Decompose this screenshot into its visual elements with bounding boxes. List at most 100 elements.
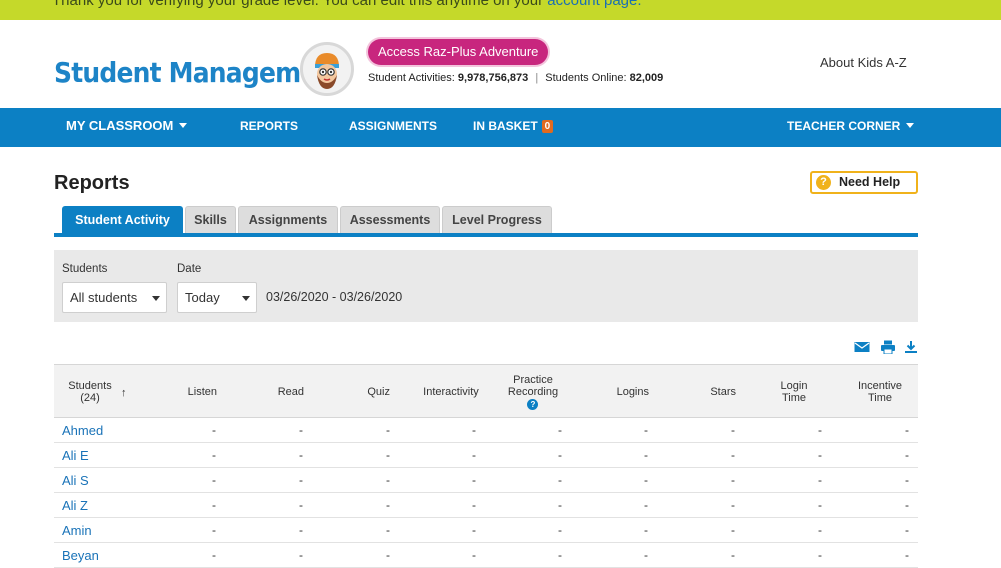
nav-reports[interactable]: REPORTS [240,108,298,147]
cell-read: - [299,423,303,437]
date-filter-label: Date [177,263,202,275]
need-help-button[interactable]: ? Need Help [810,171,918,194]
table-body: Ahmed - - - - - - - - - Ali E - - - - - - - - - Ali S - - - - - - -… [54,418,918,568]
cell-stars: - [731,498,735,512]
header-login-time[interactable]: Login Time [764,365,824,419]
cell-read: - [299,473,303,487]
cell-interactivity: - [472,473,476,487]
download-icon[interactable] [904,340,920,354]
chevron-down-icon [906,123,915,128]
cell-logins: - [644,498,648,512]
notice-text: Thank you for verifying your grade level… [52,0,642,9]
cell-logins: - [644,548,648,562]
stats-separator: | [535,72,539,84]
cell-practice-recording: - [558,548,562,562]
cell-read: - [299,548,303,562]
cell-login-time: - [818,473,822,487]
cell-quiz: - [386,473,390,487]
cell-incentive-time: - [905,523,909,537]
student-activity-table: Students (24) ↑ Listen Read Quiz Interact… [54,364,918,568]
nav-in-basket[interactable]: IN BASKET 0 [473,108,554,147]
cell-logins: - [644,448,648,462]
tab-skills[interactable]: Skills [185,206,236,234]
question-icon[interactable]: ? [527,399,539,410]
header-logins[interactable]: Logins [574,365,649,419]
cell-practice-recording: - [558,523,562,537]
header-read[interactable]: Read [224,365,304,419]
tab-level-progress[interactable]: Level Progress [442,206,552,234]
header-quiz[interactable]: Quiz [314,365,390,419]
avatar-icon[interactable] [300,42,354,96]
student-name-link[interactable]: Ali Z [62,498,88,513]
cell-stars: - [731,423,735,437]
cell-stars: - [731,523,735,537]
cell-login-time: - [818,498,822,512]
student-name-link[interactable]: Ali S [62,473,89,488]
header-listen[interactable]: Listen [144,365,217,419]
cell-stars: - [731,448,735,462]
table-row: Amin - - - - - - - - - [54,518,918,543]
cell-login-time: - [818,523,822,537]
main-nav: MY CLASSROOM REPORTS ASSIGNMENTS IN BASK… [0,108,1001,147]
cell-incentive-time: - [905,498,909,512]
students-select[interactable]: All students [62,282,167,313]
tab-student-activity[interactable]: Student Activity [62,206,183,234]
chevron-down-icon [242,296,250,301]
date-range: 03/26/2020 - 03/26/2020 [266,290,403,304]
tab-assessments[interactable]: Assessments [340,206,440,234]
header-interactivity[interactable]: Interactivity [414,365,488,419]
cell-quiz: - [386,548,390,562]
header-stars[interactable]: Stars [664,365,736,419]
cell-practice-recording: - [558,473,562,487]
activity-stats: Student Activities: 9,978,756,873 | Stud… [368,72,663,84]
cell-listen: - [212,523,216,537]
email-icon[interactable] [854,340,870,354]
online-label: Students Online: [545,72,627,84]
activities-value: 9,978,756,873 [457,72,529,84]
student-name-link[interactable]: Amin [62,523,92,538]
tabs-underline [54,233,918,237]
cell-quiz: - [386,423,390,437]
chevron-down-icon [152,296,160,301]
cell-stars: - [731,473,735,487]
cell-listen: - [212,473,216,487]
cell-login-time: - [818,448,822,462]
filter-bar: Students All students Date Today 03/26/2… [54,250,918,322]
student-name-link[interactable]: Ali E [62,448,89,463]
about-kids-az-link[interactable]: About Kids A-Z [820,55,907,70]
print-icon[interactable] [880,340,896,355]
cell-incentive-time: - [905,448,909,462]
nav-my-classroom[interactable]: MY CLASSROOM [66,108,188,147]
cell-interactivity: - [472,448,476,462]
cell-read: - [299,523,303,537]
nav-assignments[interactable]: ASSIGNMENTS [349,108,437,147]
cell-listen: - [212,498,216,512]
date-select[interactable]: Today [177,282,257,313]
cell-practice-recording: - [558,423,562,437]
cell-listen: - [212,448,216,462]
cell-quiz: - [386,448,390,462]
account-page-link[interactable]: account page. [547,0,641,9]
cell-incentive-time: - [905,548,909,562]
header-students[interactable]: Students (24) [62,365,118,419]
header-practice-recording[interactable]: Practice Recording? [498,365,568,419]
table-row: Ahmed - - - - - - - - - [54,418,918,443]
in-basket-count-badge: 0 [541,120,554,133]
cell-listen: - [212,548,216,562]
student-name-link[interactable]: Ahmed [62,423,103,438]
header-incentive-time[interactable]: Incentive Time [848,365,912,419]
table-header: Students (24) ↑ Listen Read Quiz Interact… [54,364,918,418]
activities-label: Student Activities: [368,72,455,84]
tab-assignments[interactable]: Assignments [238,206,338,234]
cell-login-time: - [818,548,822,562]
sort-up-arrow-icon[interactable]: ↑ [121,387,127,399]
cell-interactivity: - [472,523,476,537]
student-name-link[interactable]: Beyan [62,548,99,563]
cell-interactivity: - [472,498,476,512]
access-raz-plus-adventure-button[interactable]: Access Raz-Plus Adventure [368,39,549,65]
nav-teacher-corner[interactable]: TEACHER CORNER [787,108,915,147]
cell-interactivity: - [472,548,476,562]
cell-practice-recording: - [558,448,562,462]
cell-quiz: - [386,523,390,537]
online-value: 82,009 [629,72,664,84]
